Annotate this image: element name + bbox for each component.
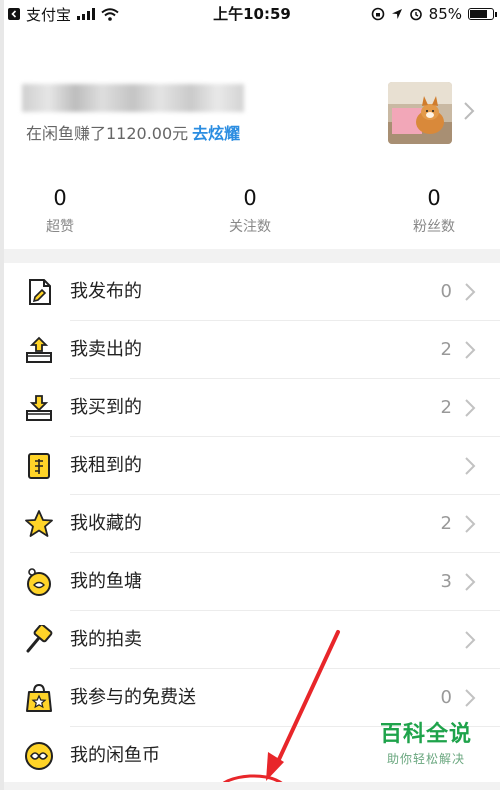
earnings-text: 在闲鱼赚了1120.00元	[26, 124, 189, 143]
menu-count: 2	[440, 513, 452, 534]
watermark-title: 百科全说	[379, 722, 472, 747]
document-pen-icon	[29, 279, 51, 305]
app-screen: 支付宝 上午10:59 85% 在闲鱼赚了1120.00元 去炫耀 0 超赞 0…	[0, 0, 500, 790]
stats-row: 0 超赞 0 关注数 0 粉丝数	[4, 186, 500, 242]
rent-tag-icon	[28, 453, 50, 479]
menu-count: 3	[440, 571, 452, 592]
menu-item-favorites[interactable]: 我收藏的 2	[4, 495, 500, 553]
pond-icon	[27, 568, 51, 596]
menu-label: 我的拍卖	[70, 629, 142, 650]
battery-icon	[468, 8, 497, 20]
chevron-right-icon	[465, 631, 476, 649]
avatar[interactable]	[388, 82, 452, 144]
location-arrow-icon	[391, 9, 402, 19]
auction-hammer-icon	[26, 625, 53, 653]
rotation-lock-icon	[371, 7, 384, 21]
menu-label: 我的闲鱼币	[70, 745, 160, 766]
chevron-right-icon	[465, 399, 476, 417]
menu-label: 我买到的	[70, 397, 142, 418]
chevron-right-icon	[465, 341, 476, 359]
earnings-line: 在闲鱼赚了1120.00元 去炫耀	[26, 120, 240, 144]
username-blurred	[22, 84, 244, 112]
menu-item-rented[interactable]: 我租到的	[4, 437, 500, 495]
menu-item-sold[interactable]: 我卖出的 2	[4, 321, 500, 379]
status-right: 85%	[371, 0, 497, 28]
section-divider	[4, 249, 500, 263]
chevron-right-icon	[465, 689, 476, 707]
stat-followers[interactable]: 0 粉丝数	[374, 186, 494, 236]
menu-label: 我发布的	[70, 281, 142, 302]
box-download-icon	[26, 395, 52, 421]
menu-label: 我租到的	[70, 455, 142, 476]
gift-bag-icon	[26, 683, 52, 712]
watermark-subtitle: 助你轻松解决	[386, 752, 465, 766]
status-bar: 支付宝 上午10:59 85%	[4, 0, 500, 28]
star-icon	[25, 510, 53, 537]
chevron-right-icon	[465, 457, 476, 475]
menu-count: 0	[440, 281, 452, 302]
stat-following[interactable]: 0 关注数	[190, 186, 310, 236]
profile-chevron-icon[interactable]	[463, 101, 475, 121]
chevron-right-icon	[465, 283, 476, 301]
menu-item-auction[interactable]: 我的拍卖	[4, 611, 500, 669]
box-upload-icon	[26, 336, 52, 363]
menu-label: 我的鱼塘	[70, 571, 142, 592]
menu-label: 我收藏的	[70, 513, 142, 534]
stat-likes[interactable]: 0 超赞	[0, 186, 120, 236]
menu-item-published[interactable]: 我发布的 0	[4, 263, 500, 321]
chevron-right-icon	[465, 573, 476, 591]
stat-following-value: 0	[243, 186, 257, 210]
battery-level-fill	[470, 10, 487, 18]
show-off-link[interactable]: 去炫耀	[192, 124, 240, 143]
chevron-right-icon	[465, 515, 476, 533]
stat-likes-label: 超赞	[46, 219, 74, 235]
menu-label: 我卖出的	[70, 339, 142, 360]
menu-item-fish-pond[interactable]: 我的鱼塘 3	[4, 553, 500, 611]
stat-followers-value: 0	[427, 186, 441, 210]
stat-followers-label: 粉丝数	[413, 219, 455, 235]
stat-following-label: 关注数	[229, 219, 271, 235]
battery-percent: 85%	[428, 5, 462, 23]
alarm-icon	[409, 8, 422, 21]
bottom-band	[4, 782, 500, 790]
menu-count: 2	[440, 397, 452, 418]
stat-likes-value: 0	[53, 186, 67, 210]
menu-label: 我参与的免费送	[70, 687, 196, 708]
coin-icon	[25, 742, 53, 770]
menu-count: 2	[440, 339, 452, 360]
watermark-logo: 百科全说 助你轻松解决	[380, 716, 472, 767]
menu-item-bought[interactable]: 我买到的 2	[4, 379, 500, 437]
